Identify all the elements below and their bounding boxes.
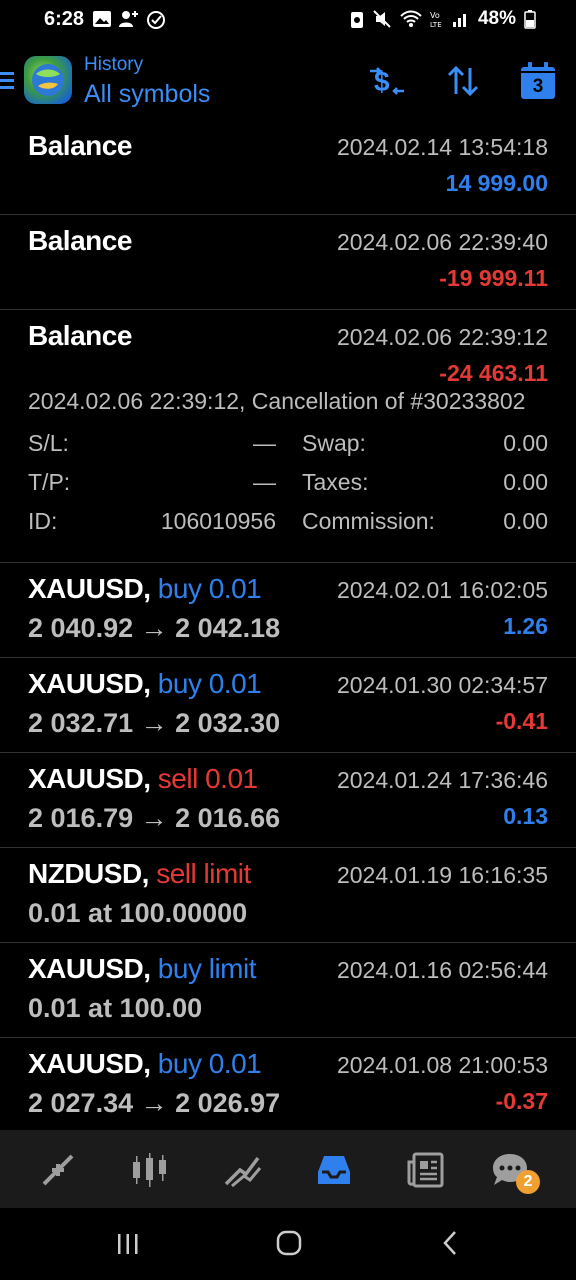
sl-value: — — [253, 430, 276, 456]
svg-text:Vo: Vo — [430, 11, 440, 20]
deal-date: 2024.02.06 22:39:12 — [336, 324, 548, 350]
calendar-icon[interactable]: 3 — [520, 62, 556, 100]
deal-value: 14 999.00 — [445, 170, 548, 196]
order-prices: 0.01 at 100.00 — [28, 993, 203, 1023]
deal-symbol: Balance — [28, 130, 132, 161]
deal-prices: 2 027.34 → 2 026.97 — [28, 1088, 281, 1118]
swap-value: 0.00 — [503, 430, 548, 456]
order-date: 2024.01.16 02:56:44 — [336, 957, 548, 983]
deal-date: 2024.01.24 17:36:46 — [336, 767, 548, 793]
header-title[interactable]: All symbols — [84, 80, 210, 109]
deal-value: -0.37 — [495, 1088, 548, 1114]
deal-type: buy 0.01 — [157, 668, 262, 699]
calendar-day: 3 — [532, 76, 544, 97]
deal-date: 2024.02.01 16:02:05 — [336, 577, 548, 603]
taxes-value: 0.00 — [503, 469, 548, 495]
deal-symbol: XAUUSD, — [28, 1048, 151, 1079]
signal-icon — [452, 14, 466, 27]
deal-date: 2024.02.14 13:54:18 — [336, 134, 548, 160]
list-item[interactable]: XAUUSD, buy 0.01 2 027.34 → 2 026.97 202… — [0, 1038, 576, 1133]
deal-symbol: XAUUSD, — [28, 573, 151, 604]
id-value: 106010956 — [160, 508, 276, 534]
app-header: History All symbols $ 3 — [0, 46, 576, 120]
order-type: sell limit — [156, 858, 251, 889]
order-type: buy limit — [157, 953, 257, 984]
list-item[interactable]: Balance 2024.02.14 13:54:18 14 999.00 — [0, 120, 576, 215]
order-symbol: XAUUSD, — [28, 953, 151, 984]
deal-date: 2024.01.08 21:00:53 — [336, 1052, 548, 1078]
deal-value: 1.26 — [503, 613, 548, 639]
mute-icon — [373, 10, 391, 28]
deal-date: 2024.02.06 22:39:40 — [336, 229, 548, 255]
history-icon[interactable] — [314, 1150, 354, 1190]
deal-comment: 2024.02.06 22:39:12, Cancellation of #30… — [28, 388, 526, 414]
tp-value: — — [253, 469, 276, 495]
list-item-expanded[interactable]: Balance 2024.02.06 22:39:12 -24 463.11 2… — [0, 310, 576, 563]
home-icon[interactable] — [276, 1230, 302, 1256]
order-date: 2024.01.19 16:16:35 — [336, 862, 548, 888]
recent-apps-icon[interactable] — [116, 1232, 140, 1256]
sort-icon[interactable] — [446, 64, 480, 98]
header-subtitle: History — [84, 54, 144, 75]
wifi-icon — [400, 10, 422, 27]
history-list[interactable]: Balance 2024.02.14 13:54:18 14 999.00 Ba… — [0, 120, 576, 1133]
deal-value: 0.13 — [503, 803, 548, 829]
add-user-icon — [119, 11, 138, 27]
system-nav-bar — [0, 1208, 576, 1280]
sl-label: S/L: — [28, 430, 69, 456]
battery-icon — [524, 10, 536, 29]
deal-symbol: Balance — [28, 320, 132, 351]
list-item[interactable]: NZDUSD, sell limit 0.01 at 100.00000 202… — [0, 848, 576, 943]
chart-icon[interactable] — [130, 1150, 170, 1190]
deal-type: sell 0.01 — [157, 763, 258, 794]
volte-icon: VoLTE — [430, 11, 442, 29]
deal-symbol: Balance — [28, 225, 132, 256]
list-item[interactable]: XAUUSD, buy 0.01 2 040.92 → 2 042.18 202… — [0, 563, 576, 658]
order-symbol: NZDUSD, — [28, 858, 149, 889]
commission-value: 0.00 — [503, 508, 548, 534]
list-item[interactable]: XAUUSD, buy limit 0.01 at 100.00 2024.01… — [0, 943, 576, 1038]
list-item[interactable]: XAUUSD, sell 0.01 2 016.79 → 2 016.66 20… — [0, 753, 576, 848]
swap-label: Swap: — [302, 430, 366, 456]
currency-filter-icon[interactable]: $ — [368, 63, 406, 99]
news-icon[interactable] — [406, 1150, 446, 1190]
taxes-label: Taxes: — [302, 469, 369, 495]
menu-icon[interactable] — [0, 70, 16, 92]
deal-prices: 2 032.71 → 2 032.30 — [28, 708, 281, 738]
list-item[interactable]: XAUUSD, buy 0.01 2 032.71 → 2 032.30 202… — [0, 658, 576, 753]
commission-label: Commission: — [302, 508, 435, 534]
list-item[interactable]: Balance 2024.02.06 22:39:40 -19 999.11 — [0, 215, 576, 310]
quotes-icon[interactable] — [38, 1150, 78, 1190]
back-icon[interactable] — [440, 1230, 460, 1256]
bottom-nav — [0, 1130, 576, 1208]
trade-icon[interactable] — [222, 1150, 262, 1190]
svg-text:LTE: LTE — [430, 21, 442, 29]
deal-type: buy 0.01 — [157, 573, 262, 604]
deal-prices: 2 016.79 → 2 016.66 — [28, 803, 281, 833]
id-label: ID: — [28, 508, 58, 534]
deal-symbol: XAUUSD, — [28, 668, 151, 699]
messages-badge: 2 — [516, 1170, 540, 1194]
deal-date: 2024.01.30 02:34:57 — [336, 672, 548, 698]
deal-value: -24 463.11 — [439, 360, 548, 386]
deal-value: -0.41 — [495, 708, 548, 734]
app-logo[interactable] — [24, 56, 72, 104]
status-time: 6:28 — [44, 8, 85, 30]
deal-value: -19 999.11 — [439, 265, 548, 291]
gallery-icon — [93, 11, 111, 27]
deal-symbol: XAUUSD, — [28, 763, 151, 794]
order-prices: 0.01 at 100.00000 — [28, 898, 248, 928]
tp-label: T/P: — [28, 469, 71, 495]
check-circle-icon — [147, 11, 165, 29]
battery-percent: 48% — [477, 8, 516, 29]
deal-prices: 2 040.92 → 2 042.18 — [28, 613, 281, 643]
deal-type: buy 0.01 — [157, 1048, 262, 1079]
vpn-icon — [350, 12, 363, 28]
status-bar: 6:28 Vo LTE 48% — [0, 0, 576, 42]
